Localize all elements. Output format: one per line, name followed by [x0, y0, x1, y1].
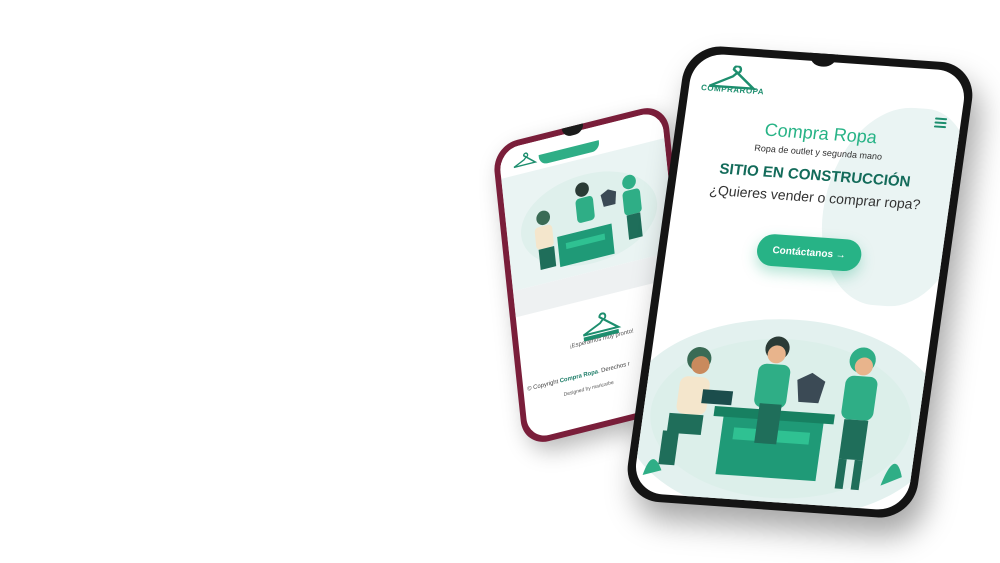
- copyright-suffix: . Derechos r: [597, 361, 631, 376]
- front-phone: COMPRAROPA Compra Ropa Ropa de outlet y …: [622, 44, 978, 520]
- copyright-brand[interactable]: Compra Ropa: [560, 369, 599, 385]
- back-designed-by: Designed by maricarbe: [563, 379, 615, 399]
- contact-button[interactable]: Contáctanos →: [754, 233, 864, 273]
- hanger-logo-icon: [513, 152, 538, 169]
- people-sorting-clothes-illustration: [642, 336, 912, 499]
- copyright-prefix: © Copyright: [527, 378, 561, 393]
- front-phone-screen: COMPRAROPA Compra Ropa Ropa de outlet y …: [632, 52, 968, 512]
- mockup-stage: ¡Esperamos muy pronto! © Copyright Compr…: [0, 0, 1000, 563]
- hamburger-icon[interactable]: [933, 117, 948, 129]
